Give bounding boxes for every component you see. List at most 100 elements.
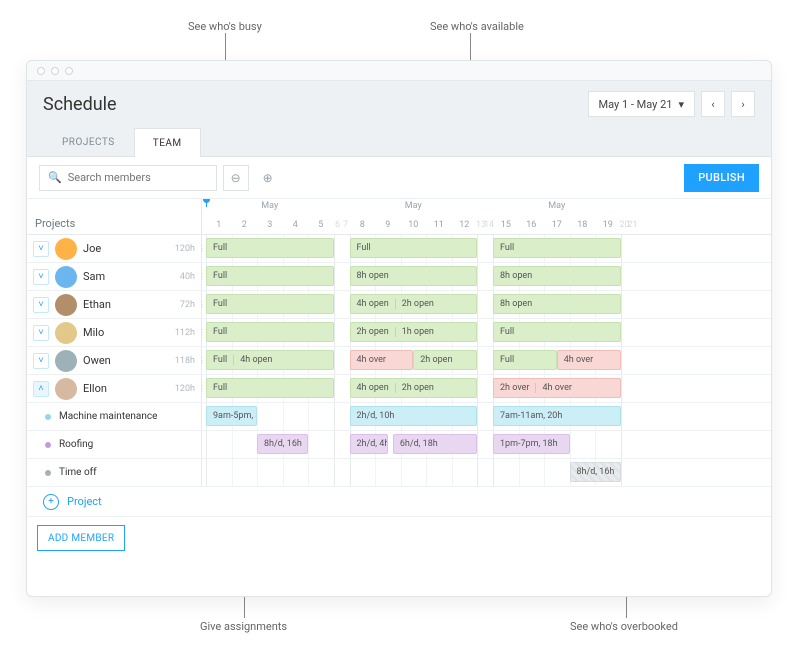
assignment-row-left[interactable]: Time off [27,459,202,486]
capacity-bar[interactable]: 8h open [493,294,621,314]
member-timeline[interactable]: Full 2h open1h open Full [202,319,771,346]
column-header-projects: Projects [27,199,202,234]
member-row-left[interactable]: ˅Owen118h⋮⋮ [27,347,202,374]
capacity-bar[interactable]: Full4h open [206,350,334,370]
member-row-left[interactable]: ˅Ethan72h⋮⋮ [27,291,202,318]
traffic-light-max[interactable] [65,67,73,75]
grid-line [334,431,335,458]
member-row-left[interactable]: ˄Ellon120h⋮⋮ [27,375,202,402]
grid-line [621,319,622,346]
member-timeline[interactable]: Full 8h open 8h open [202,263,771,290]
grid-line [519,459,520,486]
assignment-bar[interactable]: 9am-5pm, 32h [206,406,257,426]
window-titlebar [27,61,771,81]
assignment-bar[interactable]: 7am-11am, 20h [493,406,621,426]
add-project-button[interactable]: +Project [27,487,771,517]
tab-team[interactable]: TEAM [134,128,201,157]
member-timeline[interactable]: Full Full Full [202,235,771,262]
next-period-button[interactable]: › [731,91,755,117]
assignment-bar[interactable]: 2h/d, 10h [350,406,478,426]
capacity-bar[interactable]: 8h open [493,266,621,286]
prev-period-button[interactable]: ‹ [701,91,725,117]
date-range-picker[interactable]: May 1 - May 21 ▾ [588,91,695,117]
assignment-bar[interactable]: 8h/d, 16h [257,434,308,454]
project-dot-icon [45,414,51,420]
traffic-light-close[interactable] [37,67,45,75]
chevron-down-icon[interactable]: ˅ [33,241,49,257]
tab-projects[interactable]: PROJECTS [43,127,134,156]
capacity-bar[interactable]: 4h over [557,350,621,370]
capacity-bar[interactable]: 4h open2h open [350,378,478,398]
grid-line [621,235,622,262]
grid-line [283,403,284,430]
assignment-bar[interactable]: 1pm-7pm, 18h [493,434,570,454]
search-input-wrap[interactable]: 🔍 [39,165,217,191]
capacity-bar[interactable]: Full [206,322,334,342]
chevron-up-icon[interactable]: ˄ [33,381,49,397]
capacity-segment: Full [500,327,514,337]
grid-line [477,459,478,486]
capacity-bar[interactable]: 4h over [350,350,414,370]
capacity-bar[interactable]: Full [206,378,334,398]
add-member-button[interactable]: ADD MEMBER [37,525,125,551]
member-timeline[interactable]: Full4h open4h over2h openFull4h over [202,347,771,374]
search-input[interactable] [68,171,208,184]
chevron-down-icon[interactable]: ˅ [33,297,49,313]
capacity-bar[interactable]: Full [350,238,478,258]
day-label: 6 [335,220,340,230]
member-timeline[interactable]: Full 4h open2h open 2h over4h over [202,375,771,402]
capacity-bar[interactable]: 2h open [413,350,477,370]
capacity-bar[interactable]: 2h over4h over [493,378,621,398]
assignment-bar[interactable]: 2h/d, 4h [350,434,388,454]
avatar [55,266,77,288]
assignment-row-left[interactable]: Machine maintenance [27,403,202,430]
day-label: 11 [434,220,444,230]
chevron-down-icon[interactable]: ˅ [33,269,49,285]
grid-line [334,235,335,262]
capacity-segment: 2h open [357,327,389,337]
grid-line [426,459,427,486]
member-row-left[interactable]: ˅Sam40h⋮⋮ [27,263,202,290]
grid-line [308,403,309,430]
capacity-segment: Full [213,383,227,393]
project-dot-icon [45,442,51,448]
capacity-segment: Full [213,271,227,281]
capacity-bar[interactable]: Full [493,238,621,258]
member-row-left[interactable]: ˅Milo112h⋮⋮ [27,319,202,346]
grid-line [206,459,207,486]
day-label: 17 [552,220,562,230]
capacity-bar[interactable]: 4h open2h open [350,294,478,314]
avatar [55,294,77,316]
capacity-bar[interactable]: Full [206,294,334,314]
capacity-bar[interactable]: 8h open [350,266,478,286]
capacity-bar[interactable]: Full [206,266,334,286]
member-timeline[interactable]: Full 4h open2h open 8h open [202,291,771,318]
grid-line [621,459,622,486]
publish-button[interactable]: PUBLISH [684,164,759,192]
traffic-light-min[interactable] [51,67,59,75]
member-hours: 120h [175,244,195,254]
chevron-down-icon[interactable]: ˅ [33,353,49,369]
assignment-row-left[interactable]: Roofing [27,431,202,458]
capacity-bar[interactable]: Full [493,322,621,342]
assignment-bar[interactable]: 8h/d, 16h [570,462,621,482]
capacity-bar[interactable]: 2h open1h open [350,322,478,342]
capacity-bar[interactable]: Full [493,350,557,370]
zoom-out-button[interactable]: ⊖ [223,165,249,191]
day-label: 5 [318,220,323,230]
grid-line [477,347,478,374]
assignment-timeline[interactable]: 9am-5pm, 32h 2h/d, 10h 7am-11am, 20h [202,403,771,430]
assignment-timeline[interactable]: 8h/d, 16h [202,459,771,486]
capacity-bar[interactable]: Full [206,238,334,258]
day-label: 21 [627,220,637,230]
chevron-down-icon[interactable]: ˅ [33,325,49,341]
grid-line [477,403,478,430]
zoom-in-button[interactable]: ⊕ [255,165,281,191]
assignment-bar[interactable]: 6h/d, 18h [393,434,477,454]
day-label: 12 [459,220,469,230]
assignment-timeline[interactable]: 8h/d, 16h 2h/d, 4h6h/d, 18h 1pm-7pm, 18h [202,431,771,458]
member-row-left[interactable]: ˅Joe120h⋮⋮ [27,235,202,262]
capacity-segment: 8h open [357,271,389,281]
project-dot-icon [45,470,51,476]
capacity-segment: Full [213,355,227,365]
